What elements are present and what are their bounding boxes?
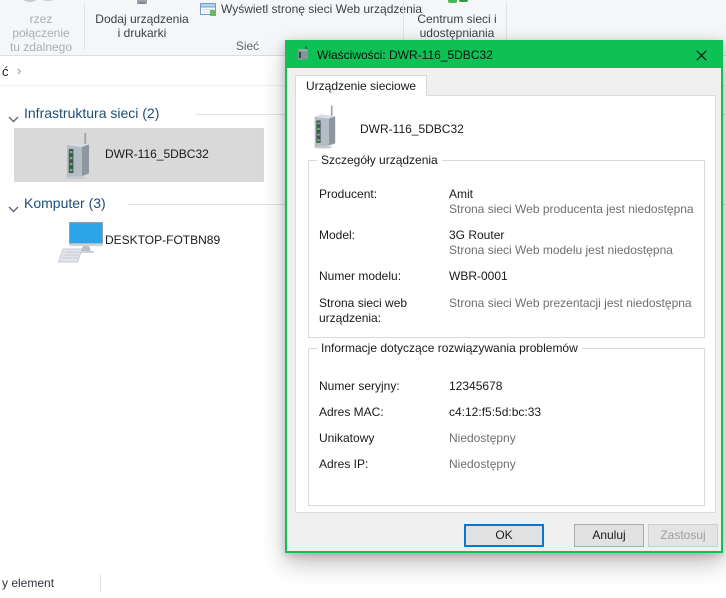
- property-row: Model: 3G Router Strona sieci Web modelu…: [309, 228, 704, 257]
- property-label: Numer modelu:: [319, 269, 449, 284]
- property-row: Producent: Amit Strona sieci Web produce…: [309, 187, 704, 216]
- view-webpage-button[interactable]: Wyświetl stronę sieci Web urządzenia: [200, 2, 422, 18]
- properties-dialog: Właściwości: DWR-116_5DBC32 Urządzenie s…: [285, 40, 723, 553]
- network-center-label-line1: Centrum sieci i: [409, 12, 505, 26]
- add-devices-button[interactable]: Dodaj urządzenia i drukarki: [90, 12, 194, 40]
- computer-icon: [58, 222, 104, 271]
- property-row: Unikatowy Niedostępny: [309, 431, 704, 446]
- dialog-tab-page: DWR-116_5DBC32 Szczegóły urządzenia Prod…: [295, 95, 716, 513]
- chevron-down-icon[interactable]: [8, 110, 19, 128]
- group-header-label[interactable]: Infrastruktura sieci (2): [24, 105, 159, 121]
- remote-desktop-button: rzez połączenie tu zdalnego: [0, 12, 82, 54]
- webpage-icon: [200, 2, 217, 16]
- network-center-button[interactable]: Centrum sieci i udostępniania: [409, 12, 505, 40]
- property-label: Numer seryjny:: [319, 379, 449, 394]
- view-webpage-label: Wyświetl stronę sieci Web urządzenia: [221, 2, 422, 16]
- dialog-device-icon: [296, 46, 309, 65]
- remote-desktop-icon: [14, 0, 66, 13]
- property-row: Adres MAC: c4:12:f5:5d:bc:33: [309, 405, 704, 420]
- property-label: Adres IP:: [319, 457, 449, 472]
- property-note: Strona sieci Web producenta jest niedost…: [449, 202, 694, 216]
- property-note: Strona sieci Web modelu jest niedostępna: [449, 243, 673, 257]
- status-bar: y element: [0, 570, 726, 598]
- network-center-label-line2: udostępniania: [409, 26, 505, 40]
- groupbox-legend: Informacje dotyczące rozwiązywania probl…: [317, 341, 582, 355]
- device-details-groupbox: Szczegóły urządzenia Producent: Amit Str…: [308, 160, 705, 338]
- property-row: Strona sieci web urządzenia: Strona siec…: [309, 296, 704, 326]
- property-label: Strona sieci web urządzenia:: [319, 296, 449, 326]
- property-value: WBR-0001: [449, 269, 508, 284]
- remote-desktop-label-line1: rzez połączenie: [0, 12, 82, 40]
- router-icon: [62, 133, 92, 184]
- close-icon[interactable]: [681, 42, 721, 68]
- property-label: Adres MAC:: [319, 405, 449, 420]
- property-row: Numer modelu: WBR-0001: [309, 269, 704, 284]
- add-devices-label-line2: i drukarki: [90, 26, 194, 40]
- apply-button: Zastosuj: [648, 524, 718, 547]
- breadcrumb-chevron-icon[interactable]: ›: [17, 63, 21, 78]
- ribbon-group-label: Sieć: [205, 39, 290, 53]
- list-item-label[interactable]: DESKTOP-FOTBN89: [105, 233, 220, 247]
- cancel-button[interactable]: Anuluj: [574, 524, 644, 547]
- property-value: Niedostępny: [449, 431, 516, 446]
- ribbon-separator: [84, 2, 85, 50]
- chevron-down-icon[interactable]: [8, 200, 19, 218]
- dialog-title: Właściwości: DWR-116_5DBC32: [317, 48, 493, 62]
- property-value: Amit: [449, 187, 694, 202]
- remote-desktop-label-line2: tu zdalnego: [0, 40, 82, 54]
- network-center-icon: [447, 0, 469, 11]
- property-value: 3G Router: [449, 228, 673, 243]
- group-header-label[interactable]: Komputer (3): [24, 195, 106, 211]
- property-value: c4:12:f5:5d:bc:33: [449, 405, 541, 420]
- troubleshooting-groupbox: Informacje dotyczące rozwiązywania probl…: [308, 348, 705, 506]
- add-devices-label-line1: Dodaj urządzenia: [90, 12, 194, 26]
- device-name: DWR-116_5DBC32: [360, 122, 464, 136]
- ok-button[interactable]: OK: [464, 524, 544, 547]
- property-row: Adres IP: Niedostępny: [309, 457, 704, 472]
- status-divider: [100, 574, 101, 592]
- breadcrumb-path[interactable]: ć: [2, 64, 9, 79]
- property-row: Numer seryjny: 12345678: [309, 379, 704, 394]
- property-value: Strona sieci Web prezentacji jest niedos…: [449, 296, 692, 326]
- add-devices-icon: [134, 0, 150, 11]
- dialog-titlebar: Właściwości: DWR-116_5DBC32: [287, 42, 721, 68]
- selection-status-text: y element: [2, 576, 54, 590]
- property-label: Unikatowy: [319, 431, 449, 446]
- property-label: Producent:: [319, 187, 449, 216]
- list-item-router[interactable]: DWR-116_5DBC32: [14, 128, 264, 182]
- tab-network-device[interactable]: Urządzenie sieciowe: [295, 75, 427, 96]
- groupbox-legend: Szczegóły urządzenia: [317, 153, 442, 167]
- list-item-computer[interactable]: DESKTOP-FOTBN89: [14, 218, 264, 272]
- list-item-label[interactable]: DWR-116_5DBC32: [105, 147, 209, 161]
- property-label: Model:: [319, 228, 449, 257]
- router-icon: [310, 105, 338, 152]
- property-value: 12345678: [449, 379, 502, 394]
- property-value: Niedostępny: [449, 457, 516, 472]
